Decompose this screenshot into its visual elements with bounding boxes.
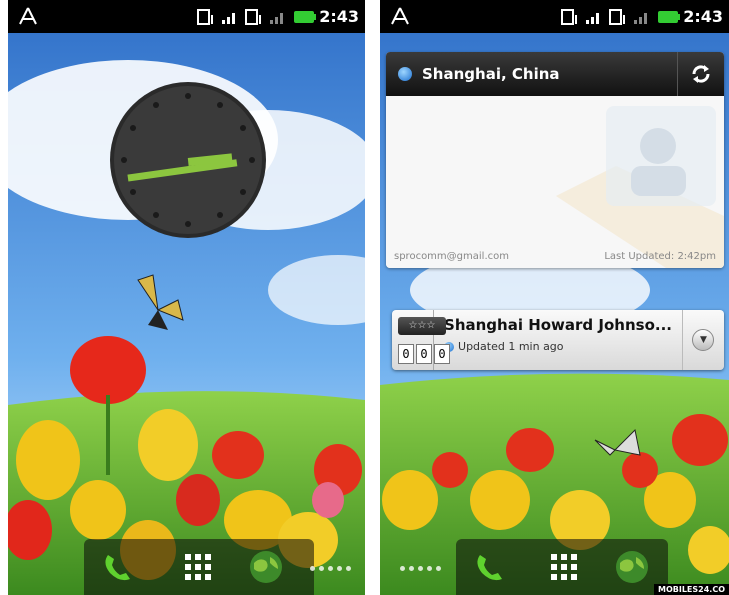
phone-icon	[105, 555, 130, 581]
counter-digit: 0	[416, 344, 432, 364]
star-rating: ☆☆☆	[398, 317, 446, 335]
apps-grid-icon	[551, 554, 577, 580]
chevron-down-icon: ▼	[692, 329, 715, 351]
phone-icon	[477, 555, 502, 581]
venue-info[interactable]: Shanghai Howard Johnso... Updated 1 min …	[434, 310, 682, 370]
status-bar: 2:43	[8, 0, 365, 33]
page-indicator	[400, 566, 441, 571]
globe-icon	[398, 67, 412, 81]
apps-button[interactable]	[544, 547, 584, 587]
phone-button[interactable]	[98, 547, 138, 587]
location-footer: sprocomm@gmail.com Last Updated: 2:42pm	[394, 251, 716, 262]
counter-digit: 0	[398, 344, 414, 364]
phone-button[interactable]	[470, 547, 510, 587]
sim-icon	[197, 9, 213, 25]
location-map-area: sprocomm@gmail.com Last Updated: 2:42pm	[386, 96, 724, 268]
signal-strength-icon	[586, 13, 599, 24]
battery-icon	[658, 11, 680, 23]
location-widget[interactable]: Shanghai, China sprocomm@gmail.com Last …	[386, 52, 724, 268]
signal-tower-icon	[391, 7, 409, 25]
update-text: Updated 1 min ago	[458, 340, 564, 353]
sim2-icon	[245, 9, 261, 25]
watermark: MOBILES24.CO	[653, 584, 729, 595]
apps-button[interactable]	[178, 547, 218, 587]
no-signal-icon	[270, 13, 283, 24]
refresh-button[interactable]	[677, 52, 724, 96]
battery-icon	[294, 11, 316, 23]
signal-strength-icon	[222, 13, 235, 24]
globe-icon	[616, 551, 648, 583]
right-home-screen: 2:43 Shanghai, China sprocomm@gmail.com …	[380, 0, 729, 595]
checkin-counter: 0 0 0	[398, 344, 450, 364]
contact-placeholder-icon	[556, 106, 724, 268]
location-header: Shanghai, China	[386, 52, 724, 96]
page-indicator	[310, 566, 351, 571]
browser-button[interactable]	[246, 547, 286, 587]
last-updated-text: Last Updated: 2:42pm	[604, 251, 716, 262]
venue-name: Shanghai Howard Johnso...	[444, 316, 672, 334]
sim2-icon	[609, 9, 625, 25]
account-email: sprocomm@gmail.com	[394, 251, 509, 262]
browser-button[interactable]	[612, 547, 652, 587]
refresh-icon	[692, 65, 710, 83]
signal-tower-icon	[19, 7, 37, 25]
left-home-screen: 2:43	[8, 0, 365, 595]
status-time: 2:43	[319, 7, 359, 26]
launcher-dock	[84, 539, 314, 595]
globe-icon	[250, 551, 282, 583]
expand-button[interactable]: ▼	[681, 310, 724, 370]
status-time: 2:43	[683, 7, 723, 26]
location-name: Shanghai, China	[422, 65, 560, 83]
checkin-widget[interactable]: ☆☆☆ 0 0 0 Shanghai Howard Johnso... Upda…	[392, 310, 724, 370]
no-signal-icon	[634, 13, 647, 24]
analog-clock-widget[interactable]	[108, 80, 268, 240]
apps-grid-icon	[185, 554, 211, 580]
rating-panel: ☆☆☆ 0 0 0	[392, 310, 450, 370]
launcher-dock	[456, 539, 668, 595]
counter-digit: 0	[434, 344, 450, 364]
update-status: Updated 1 min ago	[444, 340, 672, 353]
status-bar: 2:43	[380, 0, 729, 33]
sim-icon	[561, 9, 577, 25]
